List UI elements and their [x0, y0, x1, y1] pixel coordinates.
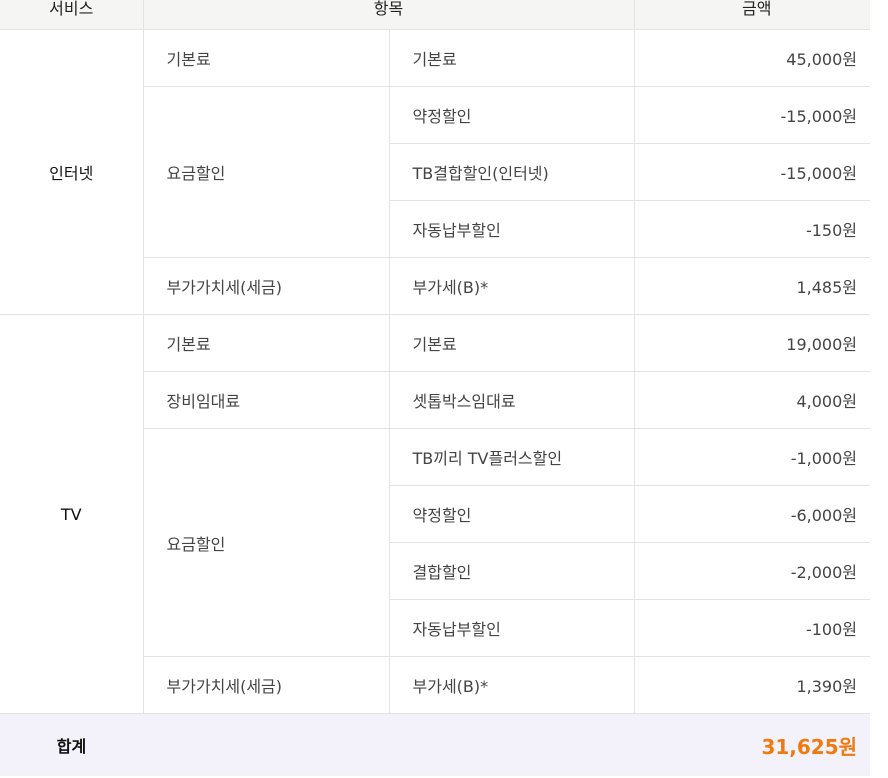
item-bundle-discount: TB결합할인(인터넷): [388, 143, 635, 201]
group-base-fee: 기본료: [142, 29, 389, 87]
amount-tv-plus-discount: -1,000원: [633, 428, 880, 486]
group-vat: 부가가치세(세금): [142, 656, 389, 714]
table-header-row: 서비스 항목 금액: [0, 0, 880, 30]
amount-vat: 1,390원: [633, 656, 880, 714]
group-base-fee: 기본료: [142, 314, 389, 372]
right-edge: [870, 0, 879, 778]
item-settop-rental: 셋톱박스임대료: [388, 371, 635, 429]
service-internet: 인터넷: [0, 29, 143, 315]
item-vat: 부가세(B)*: [388, 656, 635, 714]
header-item: 항목: [142, 0, 635, 30]
amount-contract-discount: -15,000원: [633, 86, 880, 144]
service-tv: TV: [0, 314, 143, 714]
bill-detail: 서비스 항목 금액 인터넷 기본료 기본료 45,000원 요금할인 약정할인 …: [0, 0, 880, 778]
amount-base-fee: 45,000원: [633, 29, 880, 87]
item-base-fee: 기본료: [388, 29, 635, 87]
group-vat: 부가가치세(세금): [142, 257, 389, 315]
total-row: 합계 31,625원: [0, 713, 880, 776]
group-equipment-rental: 장비임대료: [142, 371, 389, 429]
amount-vat: 1,485원: [633, 257, 880, 315]
bill-table: 서비스 항목 금액 인터넷 기본료 기본료 45,000원 요금할인 약정할인 …: [0, 0, 880, 776]
header-service: 서비스: [0, 0, 143, 30]
amount-contract-discount: -6,000원: [633, 485, 880, 543]
amount-autopay-discount: -150원: [633, 200, 880, 258]
item-contract-discount: 약정할인: [388, 86, 635, 144]
header-amount: 금액: [633, 0, 880, 30]
amount-bundle-discount: -15,000원: [633, 143, 880, 201]
item-autopay-discount: 자동납부할인: [388, 200, 635, 258]
group-discount: 요금할인: [142, 428, 389, 657]
item-bundle-discount: 결합할인: [388, 542, 635, 600]
item-contract-discount: 약정할인: [388, 485, 635, 543]
amount-base-fee: 19,000원: [633, 314, 880, 372]
amount-autopay-discount: -100원: [633, 599, 880, 657]
amount-settop-rental: 4,000원: [633, 371, 880, 429]
item-autopay-discount: 자동납부할인: [388, 599, 635, 657]
table-row: 인터넷 기본료 기본료 45,000원: [0, 29, 880, 315]
table-row: TV 기본료 기본료 19,000원: [0, 314, 880, 714]
item-base-fee: 기본료: [388, 314, 635, 372]
amount-bundle-discount: -2,000원: [633, 542, 880, 600]
item-tv-plus-discount: TB끼리 TV플러스할인: [388, 428, 635, 486]
total-label: 합계: [0, 713, 143, 776]
total-amount: 31,625원: [143, 713, 880, 776]
group-discount: 요금할인: [142, 86, 389, 258]
item-vat: 부가세(B)*: [388, 257, 635, 315]
